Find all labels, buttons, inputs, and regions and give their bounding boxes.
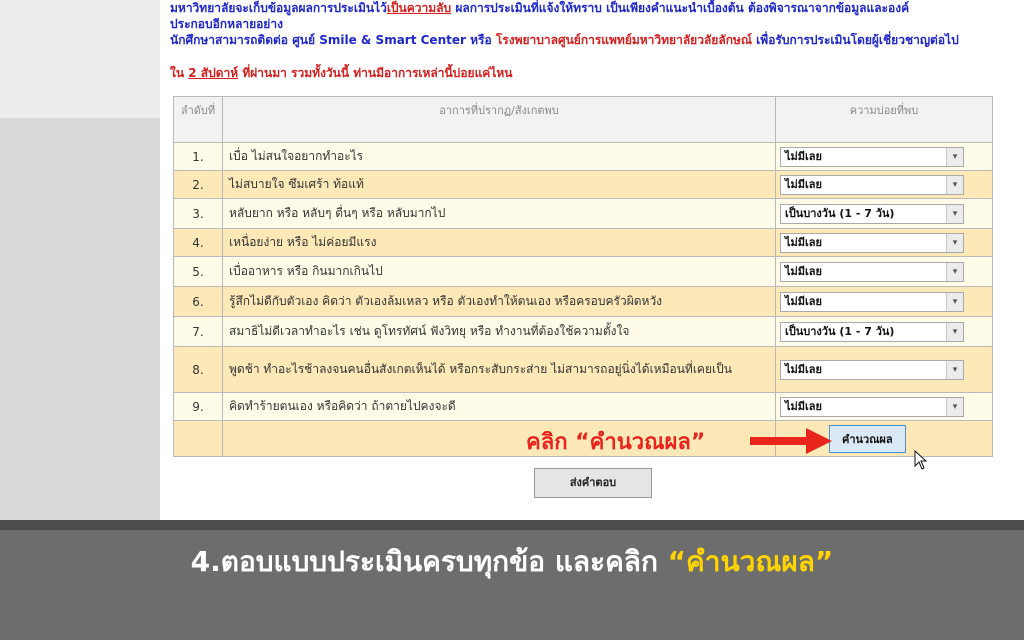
- chevron-down-icon[interactable]: ▾: [946, 233, 963, 252]
- row-frequency-cell: ไม่มีเลย ▾: [775, 346, 993, 393]
- row-symptom: หลับยาก หรือ หลับๆ ตื่นๆ หรือ หลับมากไป: [222, 198, 776, 229]
- frequency-select[interactable]: ไม่มีเลย ▾: [780, 261, 964, 282]
- sidebar-top: [0, 0, 160, 118]
- table-row: 3. หลับยาก หรือ หลับๆ ตื่นๆ หรือ หลับมากไ…: [173, 198, 993, 229]
- row-symptom: ไม่สบายใจ ซึมเศร้า ท้อแท้: [222, 170, 776, 199]
- row-symptom: พูดช้า ทำอะไรช้าลงจนคนอื่นสังเกตเห็นได้ …: [222, 346, 776, 393]
- table-row: 5. เบื่ออาหาร หรือ กินมากเกินไป ไม่มีเลย ▾: [173, 256, 993, 287]
- frequency-select[interactable]: เป็นบางวัน (1 - 7 วัน) ▾: [780, 321, 964, 342]
- table-row: 2. ไม่สบายใจ ซึมเศร้า ท้อแท้ ไม่มีเลย ▾: [173, 170, 993, 199]
- table-header-row: ลำดับที่ อาการที่ปรากฏ/สังเกตพบ ความบ่อย…: [173, 96, 993, 143]
- chevron-down-icon[interactable]: ▾: [946, 147, 963, 166]
- row-symptom: เบื่ออาหาร หรือ กินมากเกินไป: [222, 256, 776, 287]
- mouse-pointer-icon: [914, 450, 928, 470]
- row-number: 6.: [173, 286, 223, 317]
- table-row: 4. เหนื่อยง่าย หรือ ไม่ค่อยมีแรง ไม่มีเลย ▾: [173, 228, 993, 257]
- row-number: 9.: [173, 392, 223, 421]
- chevron-down-icon[interactable]: ▾: [946, 322, 963, 341]
- table-row: 9. คิดทำร้ายตนเอง หรือคิดว่า ถ้าตายไปคงจะ…: [173, 392, 993, 421]
- row-frequency-cell: ไม่มีเลย ▾: [775, 256, 993, 287]
- banner-shadow: [0, 520, 1024, 530]
- chevron-down-icon[interactable]: ▾: [946, 262, 963, 281]
- table-row: 6. รู้สึกไม่ดีกับตัวเอง คิดว่า ตัวเองล้มเ…: [173, 286, 993, 317]
- row-frequency-cell: ไม่มีเลย ▾: [775, 228, 993, 257]
- header-frequency: ความบ่อยที่พบ: [775, 96, 993, 143]
- row-symptom: สมาธิไม่ดีเวลาทำอะไร เช่น ดูโทรทัศน์ ฟัง…: [222, 316, 776, 347]
- selected-value: ไม่มีเลย: [785, 362, 822, 376]
- frequency-select[interactable]: ไม่มีเลย ▾: [780, 146, 964, 167]
- frequency-select[interactable]: ไม่มีเลย ▾: [780, 291, 964, 312]
- selected-value: เป็นบางวัน (1 - 7 วัน): [785, 206, 895, 220]
- table-row: 7. สมาธิไม่ดีเวลาทำอะไร เช่น ดูโทรทัศน์ ฟ…: [173, 316, 993, 347]
- period-label: 2 สัปดาห์: [188, 66, 239, 80]
- row-symptom: คิดทำร้ายตนเอง หรือคิดว่า ถ้าตายไปคงจะดี: [222, 392, 776, 421]
- question-heading: ใน 2 สัปดาห์ ที่ผ่านมา รวมทั้งวันนี้ ท่า…: [170, 66, 513, 80]
- chevron-down-icon[interactable]: ▾: [946, 397, 963, 416]
- frequency-select[interactable]: ไม่มีเลย ▾: [780, 232, 964, 253]
- table-row: 1. เบื่อ ไม่สนใจอยากทำอะไร ไม่มีเลย ▾: [173, 142, 993, 171]
- header-symptom: อาการที่ปรากฏ/สังเกตพบ: [222, 96, 776, 143]
- selected-value: เป็นบางวัน (1 - 7 วัน): [785, 324, 895, 338]
- intro-line-2: ประกอบอีกหลายอย่าง: [170, 17, 283, 31]
- row-number: 2.: [173, 170, 223, 199]
- row-symptom: รู้สึกไม่ดีกับตัวเอง คิดว่า ตัวเองล้มเหล…: [222, 286, 776, 317]
- row-number: 8.: [173, 346, 223, 393]
- sidebar-bottom: [0, 118, 160, 520]
- intro-line-1: มหาวิทยาลัยจะเก็บข้อมูลผลการประเมินไว้เป…: [170, 1, 910, 15]
- chevron-down-icon[interactable]: ▾: [946, 175, 963, 194]
- selected-value: ไม่มีเลย: [785, 399, 822, 413]
- chevron-down-icon[interactable]: ▾: [946, 360, 963, 379]
- selected-value: ไม่มีเลย: [785, 264, 822, 278]
- left-sidebar-background: [0, 0, 160, 520]
- selected-value: ไม่มีเลย: [785, 235, 822, 249]
- secret-link: เป็นความลับ: [386, 1, 452, 15]
- caption-text: 4.ตอบแบบประเมินครบทุกข้อ และคลิก “คำนวณผ…: [190, 545, 834, 578]
- frequency-select[interactable]: ไม่มีเลย ▾: [780, 396, 964, 417]
- smile-center-link[interactable]: ศูนย์ Smile & Smart Center: [292, 33, 466, 47]
- hospital-link[interactable]: โรงพยาบาลศูนย์การแพทย์มหาวิทยาลัยวลัยลัก…: [496, 33, 752, 47]
- row-number: 3.: [173, 198, 223, 229]
- row-symptom: เบื่อ ไม่สนใจอยากทำอะไร: [222, 142, 776, 171]
- intro-text: มหาวิทยาลัยจะเก็บข้อมูลผลการประเมินไว้เป…: [170, 0, 1020, 48]
- row-symptom: เหนื่อยง่าย หรือ ไม่ค่อยมีแรง: [222, 228, 776, 257]
- chevron-down-icon[interactable]: ▾: [946, 292, 963, 311]
- row-frequency-cell: เป็นบางวัน (1 - 7 วัน) ▾: [775, 198, 993, 229]
- chevron-down-icon[interactable]: ▾: [946, 204, 963, 223]
- row-frequency-cell: ไม่มีเลย ▾: [775, 142, 993, 171]
- frequency-select[interactable]: ไม่มีเลย ▾: [780, 359, 964, 380]
- selected-value: ไม่มีเลย: [785, 294, 822, 308]
- click-annotation: คลิก “คำนวณผล”: [526, 430, 706, 455]
- row-number: 7.: [173, 316, 223, 347]
- submit-answer-button[interactable]: ส่งคำตอบ: [534, 468, 652, 498]
- frequency-select[interactable]: ไม่มีเลย ▾: [780, 174, 964, 195]
- row-frequency-cell: ไม่มีเลย ▾: [775, 392, 993, 421]
- intro-line-3: นักศึกษาสามารถติดต่อ ศูนย์ Smile & Smart…: [170, 33, 959, 47]
- survey-table: ลำดับที่ อาการที่ปรากฏ/สังเกตพบ ความบ่อย…: [173, 96, 993, 457]
- row-number: 1.: [173, 142, 223, 171]
- selected-value: ไม่มีเลย: [785, 177, 822, 191]
- table-row: 8. พูดช้า ทำอะไรช้าลงจนคนอื่นสังเกตเห็นได…: [173, 346, 993, 393]
- calculate-button[interactable]: คำนวณผล: [829, 424, 906, 453]
- selected-value: ไม่มีเลย: [785, 149, 822, 163]
- arrow-right-icon: [750, 428, 832, 454]
- row-frequency-cell: ไม่มีเลย ▾: [775, 286, 993, 317]
- header-number: ลำดับที่: [173, 96, 223, 143]
- row-frequency-cell: เป็นบางวัน (1 - 7 วัน) ▾: [775, 316, 993, 347]
- frequency-select[interactable]: เป็นบางวัน (1 - 7 วัน) ▾: [780, 203, 964, 224]
- row-number: 4.: [173, 228, 223, 257]
- row-frequency-cell: ไม่มีเลย ▾: [775, 170, 993, 199]
- row-number: 5.: [173, 256, 223, 287]
